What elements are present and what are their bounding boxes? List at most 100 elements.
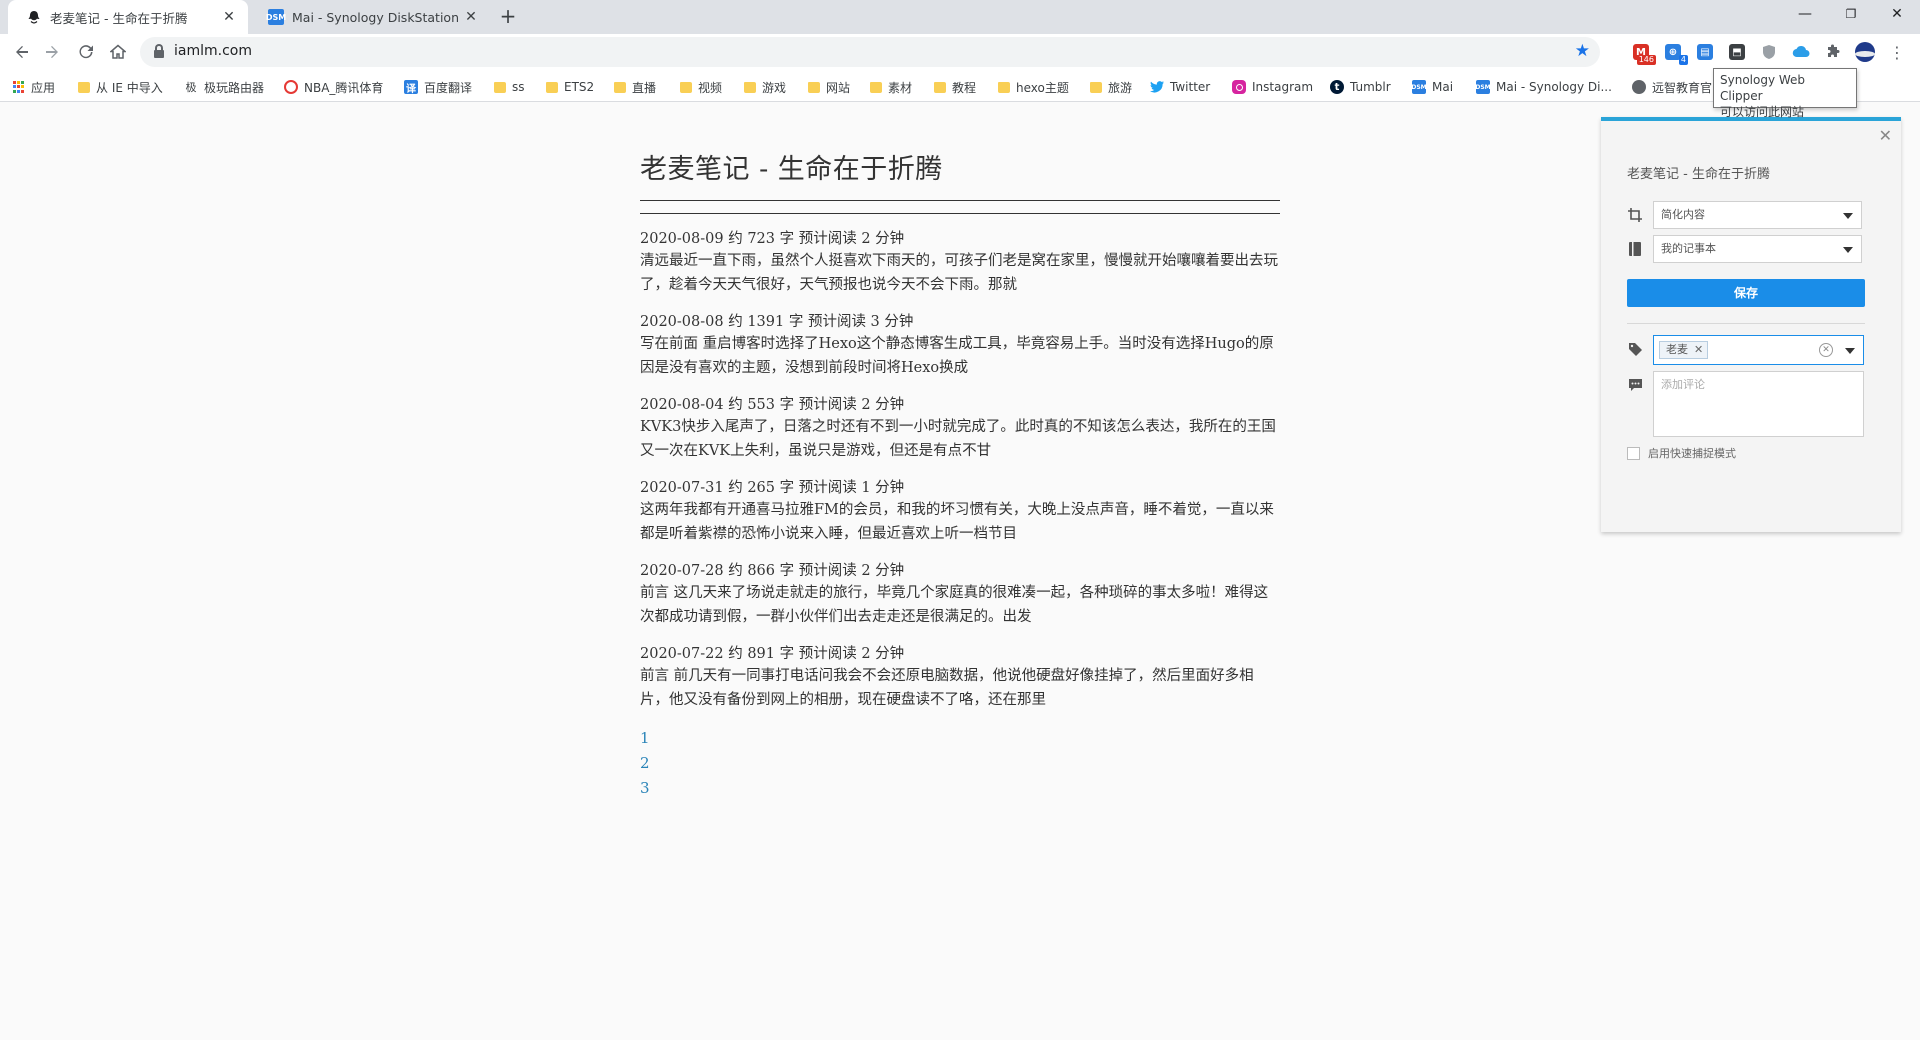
maximize-button[interactable]: ❐ xyxy=(1828,0,1874,30)
back-button[interactable] xyxy=(8,38,36,66)
bookmark-label: 素材 xyxy=(888,80,913,95)
clip-mode-select[interactable]: 简化内容 xyxy=(1653,201,1862,229)
quick-capture-toggle[interactable]: 启用快速捕捉模式 xyxy=(1627,445,1736,461)
bookmark-folder[interactable]: ss xyxy=(494,78,525,96)
post-item[interactable]: 2020-08-04 约 553 字 预计阅读 2 分钟 KVK3快步入尾声了，… xyxy=(640,395,1280,463)
window-close-button[interactable]: ✕ xyxy=(1874,0,1920,30)
puzzle-icon[interactable] xyxy=(1822,41,1844,63)
arrow-right-icon xyxy=(46,46,58,58)
clip-mode-row: 简化内容 xyxy=(1627,201,1877,229)
page-link-1[interactable]: 1 xyxy=(640,726,1280,751)
reload-button[interactable] xyxy=(72,38,100,66)
bookmark-folder[interactable]: 素材 xyxy=(870,78,912,96)
post-item[interactable]: 2020-07-31 约 265 字 预计阅读 1 分钟 这两年我都有开通喜马拉… xyxy=(640,478,1280,546)
lock-icon xyxy=(154,44,164,58)
post-excerpt[interactable]: 写在前面 重启博客时选择了Hexo这个静态博客生成工具，毕竟容易上手。当时没有选… xyxy=(640,332,1280,380)
tab-title: 老麦笔记 - 生命在于折腾 xyxy=(50,10,188,26)
twitter-icon xyxy=(1150,80,1164,94)
post-item[interactable]: 2020-08-08 约 1391 字 预计阅读 3 分钟 写在前面 重启博客时… xyxy=(640,312,1280,380)
bookmark-folder[interactable]: 网站 xyxy=(808,78,850,96)
bookmark-folder[interactable]: 视频 xyxy=(680,78,722,96)
folder-icon xyxy=(744,81,756,93)
clipper-close-icon[interactable]: ✕ xyxy=(1879,126,1892,145)
post-item[interactable]: 2020-08-09 约 723 字 预计阅读 2 分钟 清远最近一直下雨，虽然… xyxy=(640,229,1280,297)
post-meta: 2020-07-22 约 891 字 预计阅读 2 分钟 xyxy=(640,646,905,662)
page-link-3[interactable]: 3 xyxy=(640,776,1280,801)
bookmark-folder[interactable]: 直播 xyxy=(614,78,656,96)
tag-chip: 老麦 ✕ xyxy=(1659,341,1709,359)
chevron-down-icon xyxy=(1843,247,1853,253)
post-item[interactable]: 2020-07-22 约 891 字 预计阅读 2 分钟 前言 前几天有一同事打… xyxy=(640,644,1280,712)
bookmark-folder[interactable]: ETS2 xyxy=(546,78,594,96)
bookmark-link[interactable]: Twitter xyxy=(1150,78,1210,96)
tab-close-icon[interactable]: ✕ xyxy=(462,8,480,26)
bookmark-label: 教程 xyxy=(952,80,977,95)
bookmark-link[interactable]: NBA_腾讯体育 xyxy=(284,78,383,96)
bookmark-link[interactable]: Instagram xyxy=(1232,78,1313,96)
address-bar[interactable]: iamlm.com ★ xyxy=(140,37,1600,67)
site-title[interactable]: 老麦笔记 - 生命在于折腾 xyxy=(640,147,1280,201)
dsm-icon: DSM xyxy=(1411,80,1427,94)
synology-clipper-icon[interactable]: ▤ xyxy=(1694,41,1716,63)
bookmark-label: 远智教育官 xyxy=(1652,80,1713,95)
quick-capture-checkbox[interactable] xyxy=(1627,446,1640,460)
post-excerpt[interactable]: 清远最近一直下雨，虽然个人挺喜欢下雨天的，可孩子们老是窝在家里，慢慢就开始嚷嚷着… xyxy=(640,249,1280,297)
folder-icon xyxy=(494,81,506,93)
chevron-down-icon[interactable] xyxy=(1845,348,1855,354)
tab-close-icon[interactable]: ✕ xyxy=(220,8,238,26)
bookmark-link[interactable]: t Tumblr xyxy=(1330,78,1391,96)
bookmark-label: 百度翻译 xyxy=(424,80,473,95)
bookmark-folder[interactable]: 从 IE 中导入 xyxy=(78,78,163,96)
menu-kebab-icon[interactable]: ⋮ xyxy=(1886,41,1908,63)
bookmark-folder[interactable]: 教程 xyxy=(934,78,976,96)
bookmark-folder[interactable]: 游戏 xyxy=(744,78,786,96)
instagram-icon xyxy=(1232,80,1246,94)
quick-capture-label: 启用快速捕捉模式 xyxy=(1648,447,1736,460)
cloud-icon[interactable] xyxy=(1790,41,1812,63)
bookmark-star-icon[interactable]: ★ xyxy=(1575,41,1590,61)
tab-synology[interactable]: DSM Mai - Synology DiskStation ✕ xyxy=(250,0,490,34)
folder-icon xyxy=(998,81,1010,93)
bookmark-link[interactable]: DSM Mai - Synology Di... xyxy=(1475,78,1612,96)
bookmark-label: hexo主题 xyxy=(1016,80,1069,95)
post-excerpt[interactable]: KVK3快步入尾声了，日落之时还有不到一小时就完成了。此时真的不知该怎么表达，我… xyxy=(640,415,1280,463)
bookmark-link[interactable]: 极极玩路由器 xyxy=(184,78,265,96)
bookmark-link[interactable]: 远智教育官 xyxy=(1632,78,1712,96)
bookmark-label: Mai xyxy=(1432,80,1454,94)
tag-input[interactable]: 老麦 ✕ ✕ xyxy=(1653,335,1864,365)
minimize-button[interactable]: — xyxy=(1782,0,1828,30)
notebook-select[interactable]: 我的记事本 xyxy=(1653,235,1862,263)
page-link-2[interactable]: 2 xyxy=(640,751,1280,776)
comment-field[interactable]: 添加评论 xyxy=(1653,371,1864,437)
bookmark-apps[interactable]: 应用 xyxy=(12,78,55,96)
folder-icon xyxy=(1090,81,1102,93)
gmail-icon[interactable]: M 146 xyxy=(1630,41,1656,65)
post-excerpt[interactable]: 前言 前几天有一同事打电话问我会不会还原电脑数据，他说他硬盘好像挂掉了，然后里面… xyxy=(640,664,1280,712)
tab-iamlm[interactable]: 老麦笔记 - 生命在于折腾 ✕ xyxy=(8,0,248,34)
bookmark-link[interactable]: 译百度翻译 xyxy=(404,78,472,96)
home-button[interactable] xyxy=(104,38,132,66)
bookmark-folder[interactable]: hexo主题 xyxy=(998,78,1069,96)
bookmark-folder[interactable]: 旅游 xyxy=(1090,78,1132,96)
tag-remove-icon[interactable]: ✕ xyxy=(1694,342,1703,358)
post-item[interactable]: 2020-07-28 约 866 字 预计阅读 2 分钟 前言 这几天来了场说走… xyxy=(640,561,1280,629)
bookmark-label: 直播 xyxy=(632,80,657,95)
clear-icon[interactable]: ✕ xyxy=(1819,343,1833,357)
save-button[interactable]: 保存 xyxy=(1627,279,1865,307)
bookmark-label: 视频 xyxy=(698,80,723,95)
folder-icon xyxy=(934,81,946,93)
new-tab-button[interactable]: + xyxy=(495,4,521,30)
save-icon[interactable]: ⬒ xyxy=(1726,41,1748,63)
bookmark-link[interactable]: DSM Mai xyxy=(1411,78,1454,96)
forward-button[interactable] xyxy=(38,38,66,66)
profile-avatar[interactable] xyxy=(1854,41,1876,63)
post-excerpt[interactable]: 前言 这几天来了场说走就走的旅行，毕竟几个家庭真的很难凑一起，各种琐碎的事太多啦… xyxy=(640,581,1280,629)
tab-strip: 老麦笔记 - 生命在于折腾 ✕ DSM Mai - Synology DiskS… xyxy=(0,0,1920,34)
browser-toolbar: iamlm.com ★ M 146 ⊕ 4 ▤ ⬒ ⋮ xyxy=(0,34,1920,70)
crop-icon xyxy=(1627,207,1643,223)
extension-badge-icon[interactable]: ⊕ 4 xyxy=(1662,41,1688,65)
shield-icon[interactable] xyxy=(1758,41,1780,63)
home-icon xyxy=(108,44,128,59)
post-excerpt[interactable]: 这两年我都有开通喜马拉雅FM的会员，和我的坏习惯有关，大晚上没点声音，睡不着觉，… xyxy=(640,498,1280,546)
extension-tooltip: Synology Web Clipper 可以访问此网站 xyxy=(1713,68,1857,119)
